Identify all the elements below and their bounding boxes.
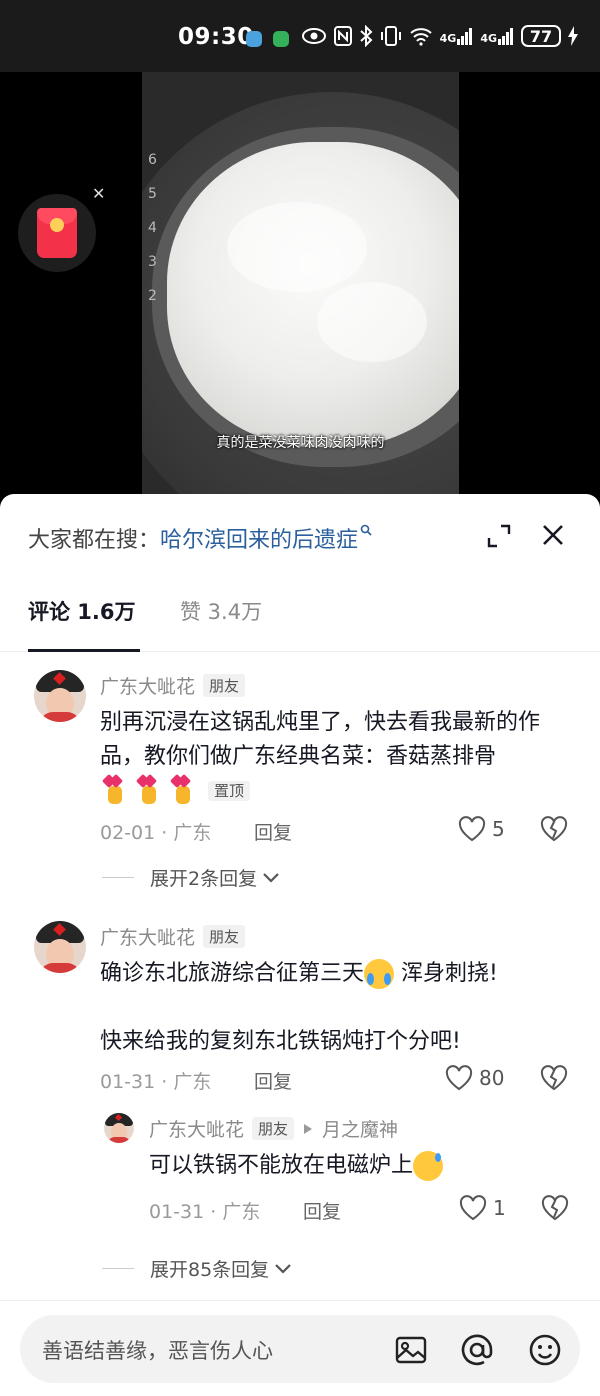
comment-text: 快来给我的复刻东北铁锅炖打个分吧!	[100, 1029, 461, 1054]
red-packet-button[interactable]	[18, 194, 96, 272]
expand-replies[interactable]: 展开85条回复	[102, 1255, 293, 1282]
comment-input[interactable]: 善语结善缘，恶言伤人心	[20, 1315, 580, 1383]
comment-input-placeholder[interactable]: 善语结善缘，恶言伤人心	[42, 1335, 273, 1365]
comment-text: 别再沉浸在这锅乱炖里了，快去看我最新的作品，教你们做广东经典名菜：香菇蒸排骨 置…	[100, 706, 578, 808]
reply-meta: 01-31 · 广东 回复 1	[149, 1195, 569, 1227]
comment-input-bar: 善语结善缘，恶言伤人心	[0, 1300, 600, 1396]
battery-indicator: 77	[521, 25, 561, 47]
tab-underline	[28, 649, 140, 652]
comment-text: 确诊东北旅游综合征第三天 浑身刺挠!	[100, 957, 578, 991]
comment-tabs: 评论 1.6万 赞 3.4万	[0, 586, 600, 652]
video-player[interactable]: 6 5 4 3 2 真的是菜没菜味肉没肉味的 ✕	[0, 72, 600, 502]
broken-heart-icon	[541, 1195, 569, 1221]
expand-replies[interactable]: 展开2条回复	[102, 864, 281, 891]
like-count: 5	[492, 817, 505, 841]
charging-icon	[568, 26, 578, 46]
reply-text: 可以铁锅不能放在电磁炉上	[149, 1149, 579, 1183]
chevron-down-icon	[263, 872, 279, 883]
red-packet-close-icon[interactable]: ✕	[92, 184, 105, 203]
like-button[interactable]: 1	[459, 1195, 506, 1221]
friend-badge: 朋友	[252, 1117, 295, 1140]
tab-comments[interactable]: 评论 1.6万	[28, 596, 136, 626]
finger-heart-emoji-icon	[134, 773, 164, 806]
dislike-button[interactable]	[541, 1195, 569, 1226]
avatar[interactable]	[34, 921, 86, 973]
network-label: 4G	[480, 32, 497, 45]
chevron-down-icon	[275, 1263, 291, 1274]
like-count: 80	[479, 1066, 505, 1090]
like-count: 1	[493, 1196, 506, 1220]
search-icon	[360, 524, 372, 540]
heart-icon	[458, 816, 486, 842]
video-frame[interactable]: 6 5 4 3 2 真的是菜没菜味肉没肉味的	[142, 72, 459, 502]
broken-heart-icon	[540, 1065, 568, 1091]
like-button[interactable]: 5	[458, 816, 505, 842]
pinned-badge: 置顶	[208, 781, 251, 801]
dislike-button[interactable]	[540, 816, 568, 847]
finger-heart-emoji-icon	[168, 773, 198, 806]
status-bar: 09:30 4G 4G 77	[0, 0, 600, 72]
hot-search[interactable]: 大家都在搜： 哈尔滨回来的后遗症	[28, 522, 372, 554]
network-label: 4G	[439, 32, 457, 45]
friend-badge: 朋友	[203, 925, 246, 948]
play-arrow-icon	[304, 1123, 313, 1134]
eye-icon	[301, 27, 327, 45]
reply-button[interactable]: 回复	[254, 1067, 292, 1094]
hot-search-keyword[interactable]: 哈尔滨回来的后遗症	[160, 522, 358, 554]
comment-meta: 02-01 · 广东 回复 5	[100, 816, 570, 848]
avatar[interactable]	[34, 670, 86, 722]
close-icon[interactable]	[540, 522, 566, 548]
app-notification-icon	[273, 31, 289, 47]
reply-button[interactable]: 回复	[254, 818, 292, 845]
signal-icon-1: 4G	[440, 27, 474, 45]
comment-date-location: 02-01 · 广东	[100, 822, 212, 844]
hot-search-label: 大家都在搜：	[28, 528, 161, 553]
wifi-icon	[409, 26, 433, 46]
comment-sheet: 大家都在搜： 哈尔滨回来的后遗症 评论 1.6万 赞 3.4万 广东大呲花 朋友…	[0, 494, 600, 1396]
red-packet-icon	[37, 208, 77, 258]
image-icon[interactable]	[394, 1333, 428, 1367]
reply-date-location: 01-31 · 广东	[149, 1201, 261, 1223]
broken-heart-icon	[540, 816, 568, 842]
comment-username[interactable]: 广东大呲花 朋友	[100, 672, 246, 699]
expand-icon[interactable]	[487, 524, 511, 548]
friend-badge: 朋友	[203, 674, 246, 697]
crying-emoji-icon	[364, 959, 395, 989]
sweat-smile-emoji-icon	[413, 1151, 444, 1181]
status-time: 09:30	[178, 24, 254, 50]
pot-scale: 6 5 4 3 2	[148, 152, 157, 304]
comment-username[interactable]: 广东大呲花 朋友	[100, 923, 246, 950]
avatar[interactable]	[104, 1113, 134, 1143]
reply-button[interactable]: 回复	[303, 1197, 341, 1224]
signal-icon-2: 4G	[480, 27, 514, 45]
emoji-icon[interactable]	[528, 1333, 562, 1367]
heart-icon	[459, 1195, 487, 1221]
reply-to-user[interactable]: 月之魔神	[322, 1115, 398, 1142]
rice-image	[167, 142, 459, 447]
dislike-button[interactable]	[540, 1065, 568, 1096]
comment-meta: 01-31 · 广东 回复 80	[100, 1065, 570, 1097]
tab-likes[interactable]: 赞 3.4万	[180, 596, 262, 626]
app-notification-icon	[246, 31, 262, 47]
video-subtitle: 真的是菜没菜味肉没肉味的	[216, 435, 385, 451]
finger-heart-emoji-icon	[100, 773, 130, 806]
status-icons: 4G 4G 77	[301, 22, 578, 50]
nfc-icon	[333, 26, 352, 46]
at-icon[interactable]	[460, 1333, 494, 1367]
heart-icon	[445, 1065, 473, 1091]
vibrate-icon	[380, 26, 402, 46]
reply-username[interactable]: 广东大呲花 朋友 月之魔神	[149, 1115, 398, 1142]
comment-date-location: 01-31 · 广东	[100, 1071, 212, 1093]
bluetooth-icon	[359, 25, 373, 47]
like-button[interactable]: 80	[445, 1065, 504, 1091]
